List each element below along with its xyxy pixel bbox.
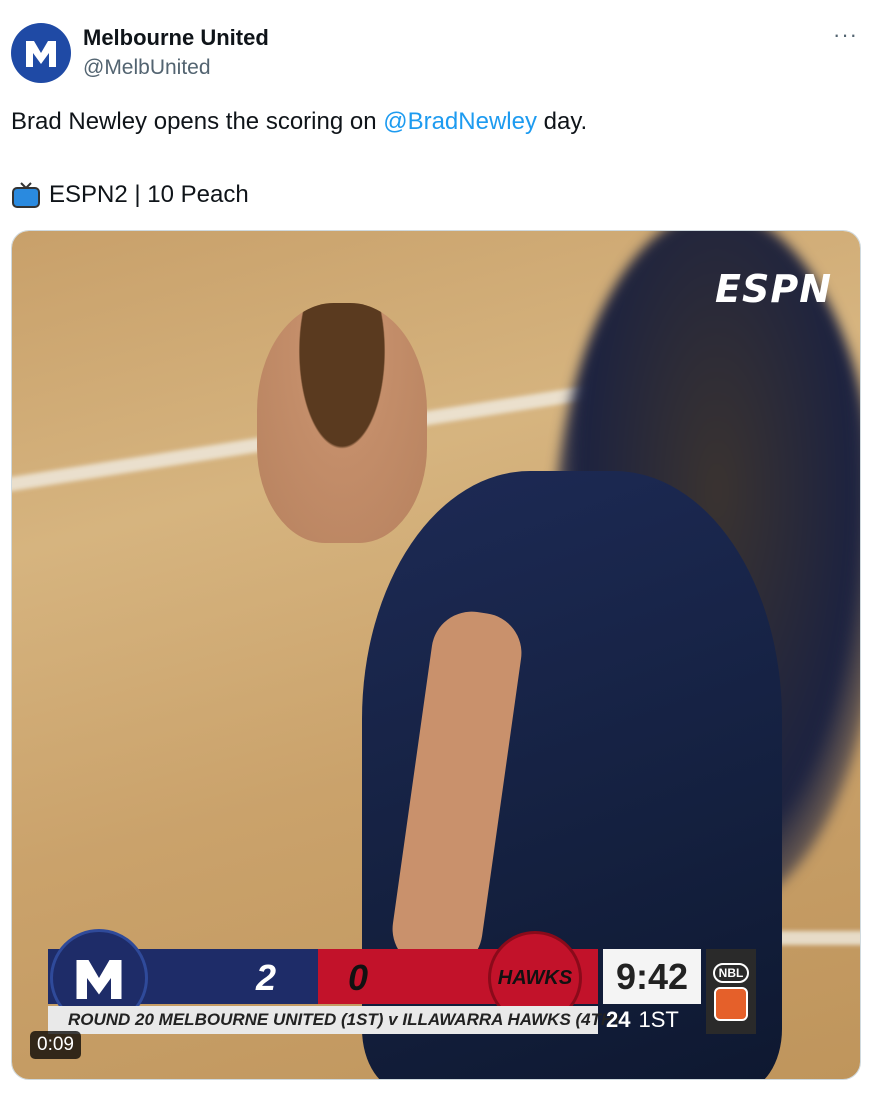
author-handle[interactable]: @MelbUnited (83, 56, 211, 80)
scorebug: 2 0 HAWKS 9:42 ROUND 20 MELBOURNE UNITED… (48, 929, 788, 1039)
tweet-broadcast-line: ESPN2 | 10 Peach (11, 180, 249, 210)
tweet-text: Brad Newley opens the scoring on @BradNe… (11, 108, 587, 136)
away-score: 0 (348, 957, 369, 998)
mention-link[interactable]: @BradNewley (383, 108, 537, 135)
melbourne-united-logo-icon (26, 41, 56, 67)
tweet-text-prefix: Brad Newley opens the scoring on (11, 108, 384, 135)
television-icon (12, 182, 40, 208)
shot-clock: 24 (606, 1007, 631, 1032)
video-timestamp: 0:09 (30, 1031, 81, 1059)
author-name[interactable]: Melbourne United (83, 25, 269, 51)
nbl-logo: NBL (712, 962, 750, 983)
game-clock: 9:42 (603, 949, 701, 1004)
home-score: 2 (255, 957, 276, 998)
avatar[interactable] (11, 23, 71, 83)
shot-clock-period: 24 1ST (606, 1006, 701, 1034)
tweet-text-suffix: day. (536, 108, 588, 135)
broadcast-text: ESPN2 | 10 Peach (49, 181, 249, 208)
player-head (257, 303, 427, 543)
video-player[interactable]: ESPN 2 0 HAWKS 9:42 ROUND 20 MELBOURNE U… (11, 230, 861, 1080)
league-badge: NBL (706, 949, 756, 1034)
scorebug-ticker: ROUND 20 MELBOURNE UNITED (1ST) v ILLAWA… (48, 1006, 619, 1034)
more-options-icon[interactable]: ··· (833, 22, 858, 48)
espn-logo: ESPN (715, 267, 832, 311)
period: 1ST (638, 1007, 679, 1032)
sponsor-logo-icon (714, 986, 748, 1021)
melbourne-united-logo-icon (76, 960, 122, 999)
